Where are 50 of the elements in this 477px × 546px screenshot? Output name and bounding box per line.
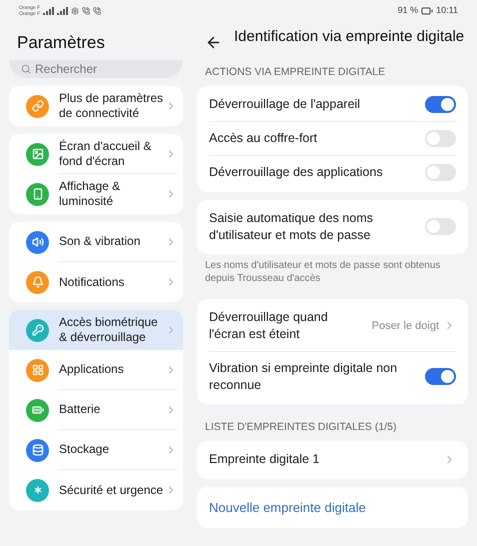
setting-label: Déverrouillage des applications [209,164,384,182]
search-field[interactable]: Rechercher [9,60,183,78]
setting-label: Déverrouillage de l'appareil [209,96,362,113]
sidebar-item[interactable]: Batterie [9,390,183,430]
sidebar-item[interactable]: Accès biométrique & déverrouillage [9,310,183,350]
clock: 10:11 [436,4,458,18]
item-label: Son & vibration [59,234,142,249]
back-icon[interactable] [205,34,222,51]
toggle-switch[interactable] [425,218,456,236]
setting-label: Vibration si empreinte digitale non reconnue [209,360,398,394]
battery-percent: 91 % [398,4,418,18]
item-label: Stockage [59,442,110,457]
info-note: Les noms d'utilisateur et mots de passe sont obtenus depuis Trousseau d'accès [204,258,442,285]
sidebar-item[interactable]: Applications [9,350,183,390]
item-label: Écran d'accueil & fond d'écran [59,138,152,168]
sidebar-item[interactable]: Notifications [9,262,183,302]
section-header: ACTIONS VIA EMPREINTE DIGITALE [204,65,386,80]
toggle-switch[interactable] [425,96,456,113]
battery-icon [421,5,434,17]
section-header: LISTE D'EMPREINTES DIGITALES (1/5) [204,420,398,435]
toggle-switch[interactable] [425,130,456,147]
item-label: Accès biométrique & déverrouillage [59,315,159,345]
sidebar-title: Paramètres [17,32,105,54]
search-icon [21,64,31,74]
setting-value: Poser le doigt [372,318,439,334]
item-label: Notifications [59,274,126,290]
sidebar-item[interactable]: Écran d'accueil & fond d'écran [9,134,183,174]
toggle-switch[interactable] [425,368,456,386]
sidebar-item[interactable]: Affichage & luminosité [9,174,183,214]
item-label: Applications [59,362,125,377]
toggle-switch[interactable] [425,164,456,182]
setting-label: Accès au coffre-fort [209,130,318,147]
item-label: Plus de paramètres de connectivité [59,91,164,121]
sidebar-item[interactable]: Stockage [9,430,183,470]
sidebar-item[interactable]: Plus de paramètres de connectivité [9,86,183,126]
sidebar-item[interactable]: Son & vibration [9,222,183,262]
setting-label: Empreinte digitale 1 [209,451,320,468]
setting-label: Déverrouillage quand l'écran est éteint [209,308,329,343]
sidebar-item[interactable]: Sécurité et urgence [9,470,183,510]
call-icon [82,7,90,15]
add-fingerprint-link[interactable]: Nouvelle empreinte digitale [209,498,366,517]
item-label: Affichage & luminosité [59,179,122,209]
signal-icon [43,7,54,15]
page-title: Identification via empreinte digitale [234,28,464,45]
signal-icon [57,7,68,15]
settings-icon [71,7,80,15]
item-label: Batterie [59,402,102,417]
setting-label: Saisie automatique des noms d'utilisateur et mots de passe [209,210,374,244]
call-icon [93,7,102,15]
item-label: Sécurité et urgence [59,482,164,498]
